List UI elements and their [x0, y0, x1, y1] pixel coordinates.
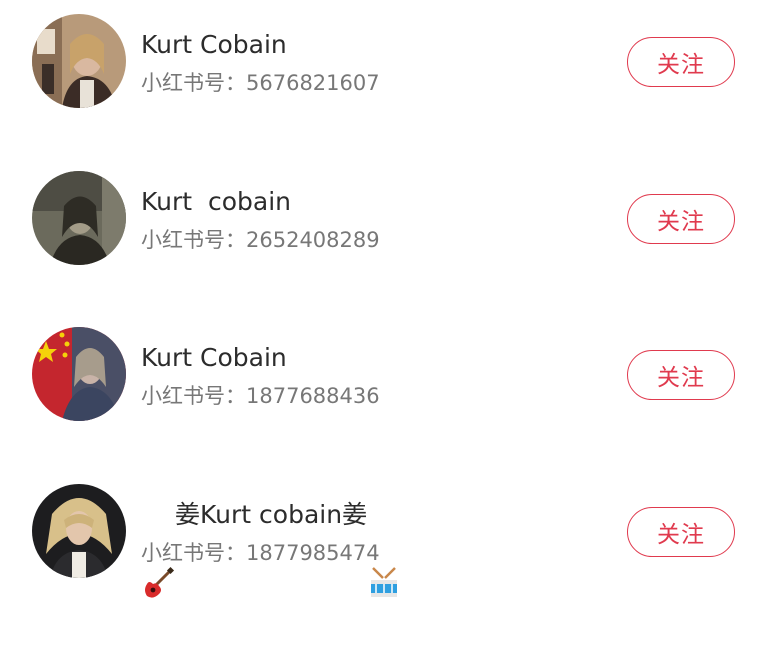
user-list-item[interactable]: Kurt cobain 小红书号：2652408289 关注 — [0, 165, 769, 275]
user-id-value: 1877985474 — [246, 541, 380, 565]
user-id-value: 2652408289 — [246, 228, 380, 252]
user-avatar[interactable] — [32, 484, 126, 578]
user-id-value: 5676821607 — [246, 71, 380, 95]
user-id-line: 小红书号：5676821607 — [141, 69, 380, 97]
avatar-photo-image — [32, 484, 126, 578]
user-name-prefix: 姜 — [175, 500, 201, 529]
user-name-suffix: 姜 — [342, 500, 368, 529]
user-avatar[interactable] — [32, 171, 126, 265]
follow-button[interactable]: 关注 — [627, 350, 735, 400]
user-avatar[interactable] — [32, 14, 126, 108]
drum-icon — [367, 498, 401, 597]
user-name[interactable]: Kurt Cobain — [141, 28, 287, 62]
follow-button[interactable]: 关注 — [627, 507, 735, 557]
user-id-label: 小红书号： — [141, 71, 246, 95]
user-id-label: 小红书号： — [141, 228, 246, 252]
user-id-line: 小红书号：2652408289 — [141, 226, 380, 254]
user-id-label: 小红书号： — [141, 541, 246, 565]
user-search-results-list: Kurt Cobain 小红书号：5676821607 关注 Kurt coba… — [0, 0, 769, 598]
user-name-text: Kurt cobain — [200, 500, 343, 529]
user-id-label: 小红书号： — [141, 384, 246, 408]
user-name[interactable]: 姜 Kurt cobain 姜 — [141, 498, 401, 598]
user-id-line: 小红书号：1877688436 — [141, 382, 380, 410]
guitar-icon — [141, 498, 175, 598]
avatar-photo-image — [32, 14, 126, 108]
avatar-photo-image — [32, 327, 126, 421]
user-name[interactable]: Kurt cobain — [141, 185, 291, 219]
user-name[interactable]: Kurt Cobain — [141, 341, 287, 375]
user-list-item[interactable]: 姜 Kurt cobain 姜 小红书号：1877985474 关注 — [0, 478, 769, 598]
user-avatar[interactable] — [32, 327, 126, 421]
avatar-photo-image — [32, 171, 126, 265]
user-list-item[interactable]: Kurt Cobain 小红书号：1877688436 关注 — [0, 321, 769, 431]
user-id-value: 1877688436 — [246, 384, 380, 408]
user-list-item[interactable]: Kurt Cobain 小红书号：5676821607 关注 — [0, 8, 769, 118]
follow-button[interactable]: 关注 — [627, 194, 735, 244]
follow-button[interactable]: 关注 — [627, 37, 735, 87]
user-id-line: 小红书号：1877985474 — [141, 539, 380, 567]
